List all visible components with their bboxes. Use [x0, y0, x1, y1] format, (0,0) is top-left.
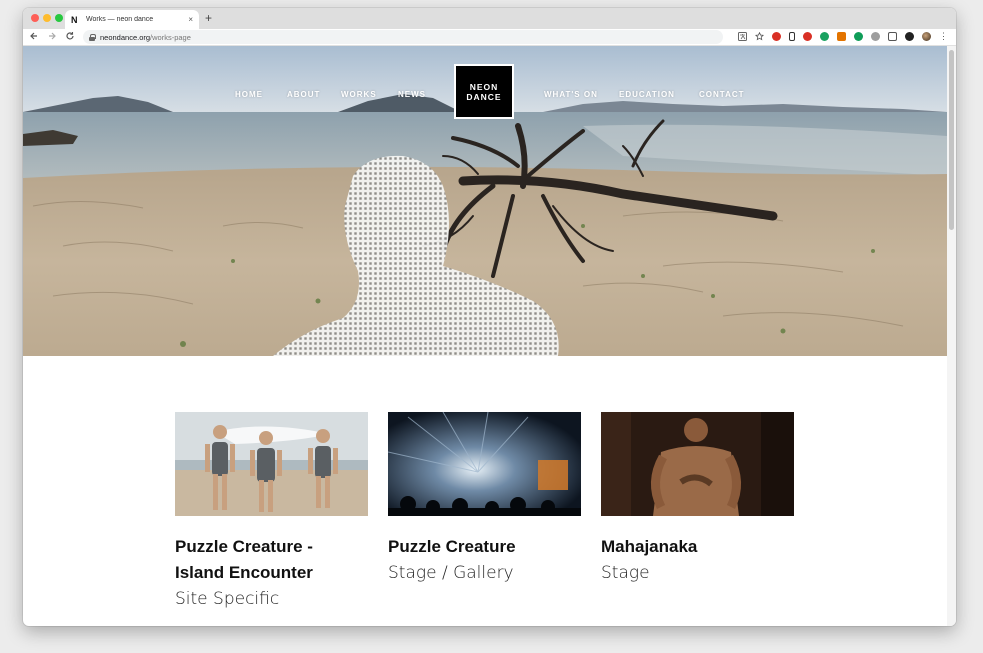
work-title[interactable]: Puzzle Creature [388, 534, 581, 560]
orange-extension-icon[interactable] [837, 32, 846, 41]
work-thumbnail[interactable] [175, 412, 368, 516]
work-title-line-1: Puzzle Creature [388, 537, 516, 556]
address-bar[interactable]: neondance.org/works-page [83, 30, 723, 44]
shield-extension-icon[interactable] [854, 32, 863, 41]
work-title-line-2: Island Encounter [175, 563, 313, 582]
screenshot-extension-icon[interactable] [888, 32, 897, 41]
favicon-icon: N [71, 14, 78, 25]
translate-icon[interactable] [738, 32, 747, 41]
nav-home[interactable]: HOME [235, 90, 263, 99]
bookmark-star-icon[interactable] [755, 32, 764, 41]
logo-line-1: NEON [469, 81, 499, 92]
new-tab-button[interactable]: + [205, 11, 212, 25]
browser-toolbar: neondance.org/works-page ⋮ [23, 29, 956, 46]
work-title-line-1: Puzzle Creature - [175, 537, 313, 556]
work-title-line-1: Mahajanaka [601, 537, 698, 556]
close-window-button[interactable] [31, 14, 39, 22]
work-card-puzzle-creature-island[interactable]: Puzzle Creature - Island Encounter Site … [175, 412, 368, 612]
tab-strip: N Works — neon dance × + [23, 8, 956, 29]
work-title[interactable]: Mahajanaka [601, 534, 794, 560]
work-category: Stage [601, 563, 650, 583]
tab-title: Works — neon dance [86, 16, 154, 23]
reload-icon[interactable] [65, 31, 75, 41]
lock-icon [89, 33, 96, 41]
work-title[interactable]: Puzzle Creature - Island Encounter [175, 534, 368, 586]
nav-about[interactable]: ABOUT [287, 90, 320, 99]
nav-news[interactable]: NEWS [398, 90, 426, 99]
tab-close-icon[interactable]: × [188, 15, 193, 24]
gray-extension-icon[interactable] [871, 32, 880, 41]
kebab-menu-icon[interactable]: ⋮ [939, 32, 948, 41]
extension-icons: ⋮ [738, 32, 948, 41]
url-domain: neondance.org [100, 32, 151, 42]
site-logo[interactable]: NEON DANCE [454, 64, 514, 119]
nav-contact[interactable]: CONTACT [699, 90, 745, 99]
red-extension-icon[interactable] [803, 32, 812, 41]
dancers-on-beach-image [175, 412, 368, 516]
profile-avatar-icon[interactable] [922, 32, 931, 41]
dancer-portrait-image [601, 412, 794, 516]
nav-whats-on[interactable]: WHAT'S ON [544, 90, 598, 99]
work-thumbnail[interactable] [388, 412, 581, 516]
nav-education[interactable]: EDUCATION [619, 90, 675, 99]
work-category: Stage / Gallery [388, 563, 514, 583]
work-card-puzzle-creature[interactable]: Puzzle Creature Stage / Gallery [388, 412, 581, 586]
forward-arrow-icon[interactable] [47, 31, 57, 41]
adblock-extension-icon[interactable] [772, 32, 781, 41]
browser-window: N Works — neon dance × + neondance.org/w… [23, 8, 956, 626]
green-extension-icon[interactable] [820, 32, 829, 41]
url-path: /works-page [150, 32, 191, 42]
scrollbar-thumb[interactable] [949, 50, 954, 230]
dark-extension-icon[interactable] [905, 32, 914, 41]
hero-image: HOME ABOUT WORKS NEWS WHAT'S ON EDUCATIO… [23, 46, 947, 356]
phone-extension-icon[interactable] [789, 32, 795, 41]
work-category: Site Specific [175, 589, 280, 609]
logo-line-2: DANCE [466, 91, 502, 102]
minimize-window-button[interactable] [43, 14, 51, 22]
work-card-mahajanaka[interactable]: Mahajanaka Stage [601, 412, 794, 586]
stage-gallery-image [388, 412, 581, 516]
work-thumbnail[interactable] [601, 412, 794, 516]
nav-works[interactable]: WORKS [341, 90, 377, 99]
back-arrow-icon[interactable] [29, 31, 39, 41]
maximize-window-button[interactable] [55, 14, 63, 22]
browser-tab[interactable]: N Works — neon dance × [65, 10, 199, 29]
page-scrollbar[interactable] [947, 46, 956, 626]
